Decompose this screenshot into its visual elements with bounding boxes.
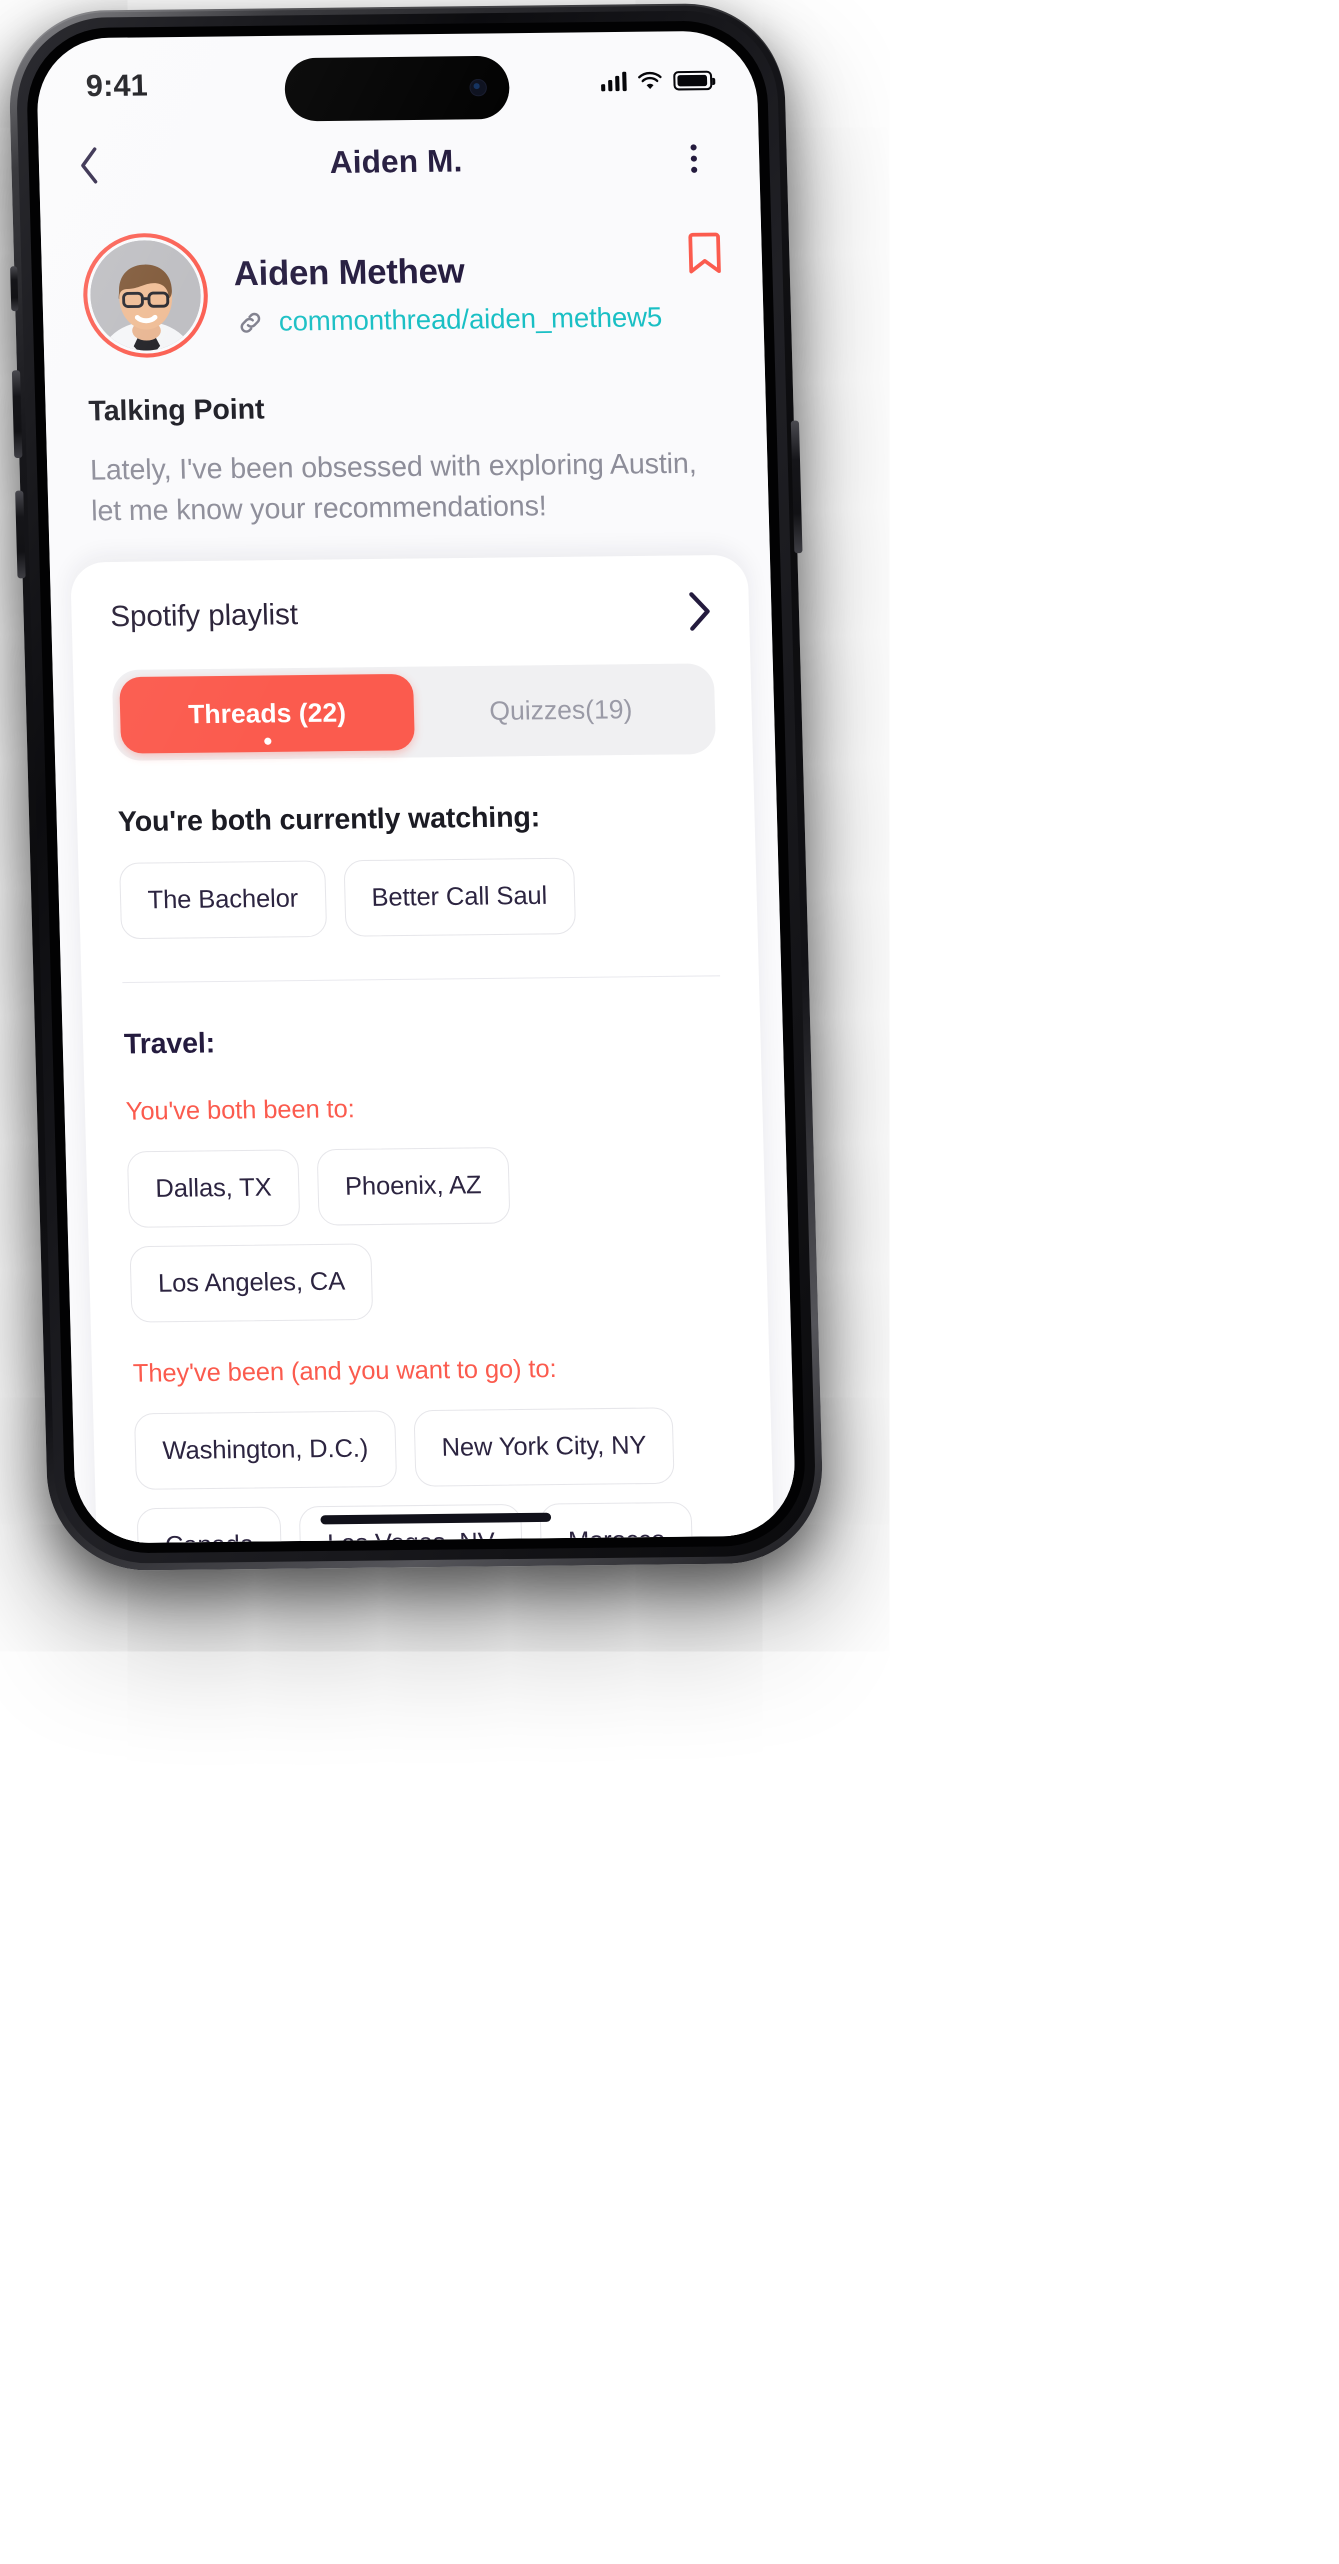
silence-switch-button[interactable]: [10, 266, 19, 312]
avatar-ring: [81, 232, 210, 359]
phone-device: 9:41 Aiden M. Aiden Methew commonthread/…: [7, 2, 825, 1572]
bookmark-button[interactable]: [684, 229, 726, 284]
details-card: Spotify playlist Threads (22) Quizzes(19…: [70, 554, 780, 1544]
talking-point-title: Talking Point: [88, 392, 265, 427]
avatar-photo: [88, 239, 203, 352]
section-travel-heading: Travel:: [123, 1026, 216, 1060]
status-bar-icons: [600, 70, 713, 91]
chevron-left-icon: [81, 147, 98, 184]
tab-threads[interactable]: Threads (22): [119, 673, 415, 754]
chip[interactable]: Phoenix, AZ: [316, 1147, 511, 1226]
profile-handle-row[interactable]: commonthread/aiden_methew5: [235, 301, 723, 338]
section-divider: [122, 974, 721, 984]
tab-quizzes[interactable]: Quizzes(19): [413, 670, 709, 750]
travel-group-both-been: You've both been to: Dallas, TX Phoenix,…: [125, 1091, 729, 1323]
talking-point-body: Lately, I've been obsessed with explorin…: [89, 447, 697, 527]
more-vertical-icon: [690, 144, 697, 151]
chip[interactable]: The Bachelor: [119, 859, 327, 939]
tab-threads-label: Threads (22): [187, 696, 347, 729]
profile-text: Aiden Methew commonthread/aiden_methew5: [233, 245, 723, 338]
chip[interactable]: Dallas, TX: [126, 1149, 301, 1228]
status-bar-time: 9:41: [85, 68, 149, 104]
page-title: Aiden M.: [329, 142, 463, 181]
avatar[interactable]: [85, 236, 206, 355]
chip[interactable]: Washington, D.C.): [133, 1410, 397, 1490]
talking-point-section: Talking Point Lately, I've been obsessed…: [44, 351, 769, 532]
spotify-playlist-label: Spotify playlist: [109, 598, 299, 634]
section-watching: You're both currently watching: The Bach…: [115, 798, 722, 984]
section-watching-chips: The Bachelor Better Call Saul: [119, 855, 719, 939]
bookmark-icon: [688, 232, 721, 274]
chip[interactable]: Better Call Saul: [342, 857, 576, 937]
tab-active-dot: [264, 737, 272, 745]
dynamic-island: [284, 55, 511, 122]
profile-name: Aiden Methew: [233, 251, 465, 294]
chip[interactable]: New York City, NY: [413, 1407, 675, 1487]
battery-icon: [673, 70, 713, 91]
travel-subheading: They've been (and you want to go) to:: [132, 1354, 557, 1388]
wifi-icon: [638, 71, 662, 89]
spotify-playlist-row[interactable]: Spotify playlist: [110, 589, 713, 639]
travel-subheading: You've both been to:: [125, 1094, 355, 1126]
travel-chips: Dallas, TX Phoenix, AZ Los Angeles, CA: [126, 1145, 729, 1323]
chip[interactable]: Los Angeles, CA: [129, 1243, 374, 1323]
app-nav-bar: Aiden M.: [37, 116, 761, 208]
front-camera-icon: [469, 78, 488, 97]
phone-screen: 9:41 Aiden M. Aiden Methew commonthread/…: [35, 30, 797, 1544]
more-options-button[interactable]: [667, 132, 721, 186]
link-icon: [240, 312, 261, 333]
tab-bar: Threads (22) Quizzes(19): [111, 662, 717, 761]
cellular-signal-icon: [600, 71, 627, 91]
screenshot-canvas: 9:41 Aiden M. Aiden Methew commonthread/…: [0, 0, 1339, 2564]
chevron-right-icon[interactable]: [685, 589, 713, 632]
tab-quizzes-label: Quizzes(19): [488, 693, 633, 726]
profile-handle: commonthread/aiden_methew5: [278, 301, 663, 337]
section-watching-heading: You're both currently watching:: [117, 800, 541, 837]
profile-header: Aiden Methew commonthread/aiden_methew5: [40, 200, 764, 359]
chip[interactable]: Canada: [136, 1506, 283, 1544]
scroll-content[interactable]: Aiden Methew commonthread/aiden_methew5: [40, 199, 797, 1544]
section-travel: Travel: You've both been to: Dallas, TX …: [122, 1021, 743, 1544]
